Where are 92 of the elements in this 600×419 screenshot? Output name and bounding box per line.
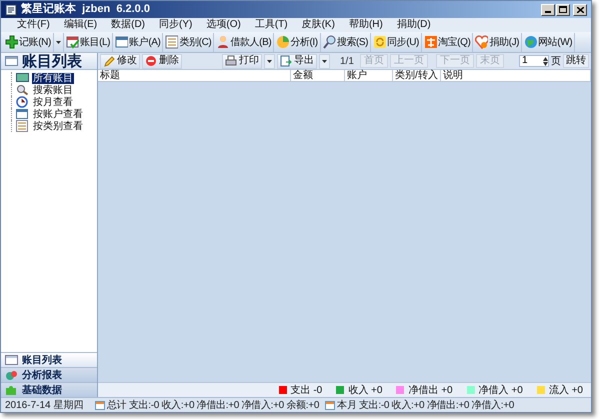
menu-item[interactable]: 文件(F) — [17, 20, 50, 30]
plus-icon — [5, 35, 18, 49]
caret-icon — [56, 40, 61, 44]
person-icon — [216, 35, 230, 49]
toolbar-button[interactable]: 记账(N) — [3, 32, 54, 52]
pie-chart-icon — [276, 35, 290, 49]
clock-icon — [16, 96, 29, 108]
window-title: 繁星记账本 jzben 6.2.0.0 — [21, 2, 150, 18]
page-spinner[interactable]: 1 — [519, 55, 549, 67]
panel-title: 账目列表 — [22, 54, 82, 68]
column-header[interactable]: 标题 — [98, 70, 291, 81]
column-header[interactable]: 类别/转入 — [393, 70, 441, 81]
toolbar-button[interactable]: 分析(I) — [274, 32, 321, 52]
caret-icon — [267, 60, 272, 62]
toolbar-button[interactable]: 捐助(J) — [473, 32, 522, 52]
action-button[interactable]: 导出 — [277, 54, 317, 68]
status-summary: 总计 支出:-0 收入:+0 净借出:+0 净借入:+0 余额:+0 — [107, 398, 320, 412]
minimize-button[interactable] — [541, 4, 555, 16]
menu-item[interactable]: 捐助(D) — [396, 20, 431, 30]
legend-label: 收入 +0 — [348, 384, 382, 398]
sync-icon — [373, 35, 386, 49]
window-icon — [115, 35, 128, 49]
maximize-button[interactable] — [556, 4, 570, 16]
jump-button[interactable]: 跳转 — [563, 54, 589, 68]
toolbar-button[interactable]: 类别(C) — [163, 32, 214, 52]
calendar-icon — [95, 400, 105, 410]
app-icon — [5, 4, 17, 16]
menu-item[interactable]: 工具(T) — [254, 20, 288, 30]
legend-label: 流入 +0 — [548, 384, 583, 398]
close-icon — [576, 6, 584, 12]
dropdown-button[interactable] — [264, 54, 275, 68]
delete-icon — [145, 55, 157, 67]
column-header[interactable]: 说明 — [441, 70, 591, 81]
close-button[interactable] — [573, 4, 587, 16]
legend-label: 净借出 +0 — [408, 384, 453, 398]
magnifier-icon — [16, 84, 29, 96]
screen-icon — [16, 72, 29, 84]
list-icon — [165, 35, 178, 49]
column-header[interactable]: 账户 — [345, 70, 393, 81]
menu-item[interactable]: 帮助(H) — [348, 20, 383, 30]
search-icon — [322, 35, 336, 49]
globe-icon — [524, 35, 538, 49]
action-button[interactable]: 打印 — [222, 54, 262, 68]
toolbar-button[interactable]: 账户(A) — [113, 32, 164, 52]
nav-tab[interactable]: 基础数据 — [1, 382, 97, 397]
menu-item[interactable]: 同步(Y) — [159, 20, 192, 30]
toolbar-button[interactable]: 搜索(S) — [320, 32, 372, 52]
list-icon — [5, 56, 18, 66]
chart-icon — [5, 369, 18, 381]
pager-button: 上一页 — [390, 54, 428, 68]
list-icon — [16, 120, 29, 132]
menu-item[interactable]: 数据(D) — [111, 20, 146, 30]
maximize-icon — [559, 6, 567, 13]
toolbar-button[interactable]: 网站(W) — [522, 32, 576, 52]
tree-item[interactable]: 所有账目 — [32, 72, 74, 84]
calendar-icon — [325, 400, 336, 410]
pager-button: 下一页 — [436, 54, 474, 68]
status-summary: 本月 支出:-0 收入:+0 净借出:+0 净借入:+0 — [337, 398, 514, 412]
export-icon — [280, 55, 292, 67]
pencil-icon — [103, 55, 115, 67]
dropdown-button[interactable] — [54, 32, 64, 52]
action-button[interactable]: 修改 — [100, 54, 140, 68]
column-header[interactable]: 金额 — [291, 70, 345, 81]
page-info: 1/1 — [340, 54, 354, 68]
toolbar-button[interactable]: 淘宝(Q) — [422, 32, 474, 52]
menu-item[interactable]: 编辑(E) — [64, 20, 98, 30]
legend-label: 支出 -0 — [290, 384, 322, 398]
legend-label: 净借入 +0 — [478, 384, 523, 398]
pager-button: 首页 — [360, 54, 388, 68]
status-date: 2016-7-14 星期四 — [5, 398, 84, 412]
menu-item[interactable]: 选项(O) — [206, 20, 241, 30]
toolbar-button[interactable]: 账目(L) — [64, 32, 114, 52]
dropdown-button[interactable] — [319, 54, 330, 68]
tree-item[interactable]: 按账户查看 — [32, 108, 84, 120]
nav-tab[interactable]: 账目列表 — [1, 352, 97, 367]
tree-item[interactable]: 搜索账目 — [32, 84, 74, 96]
action-button[interactable]: 删除 — [142, 54, 182, 68]
printer-icon — [225, 55, 237, 67]
heart-icon — [475, 35, 488, 49]
tree-item[interactable]: 按类别查看 — [32, 120, 84, 132]
window-icon — [16, 108, 29, 120]
page-unit-label: 页 — [551, 54, 561, 68]
toolbar-button[interactable]: 同步(U) — [371, 32, 422, 52]
calendar-check-icon — [66, 35, 79, 49]
caret-icon — [322, 60, 327, 62]
tree-item[interactable]: 按月查看 — [32, 96, 74, 108]
menu-item[interactable]: 皮肤(K) — [302, 20, 335, 30]
nav-tab[interactable]: 分析报表 — [1, 367, 97, 382]
pager-button: 末页 — [476, 54, 504, 68]
spinner-arrows-icon — [543, 56, 548, 66]
toolbar-button[interactable]: 借款人(B) — [214, 32, 274, 52]
window-icon — [5, 354, 18, 366]
